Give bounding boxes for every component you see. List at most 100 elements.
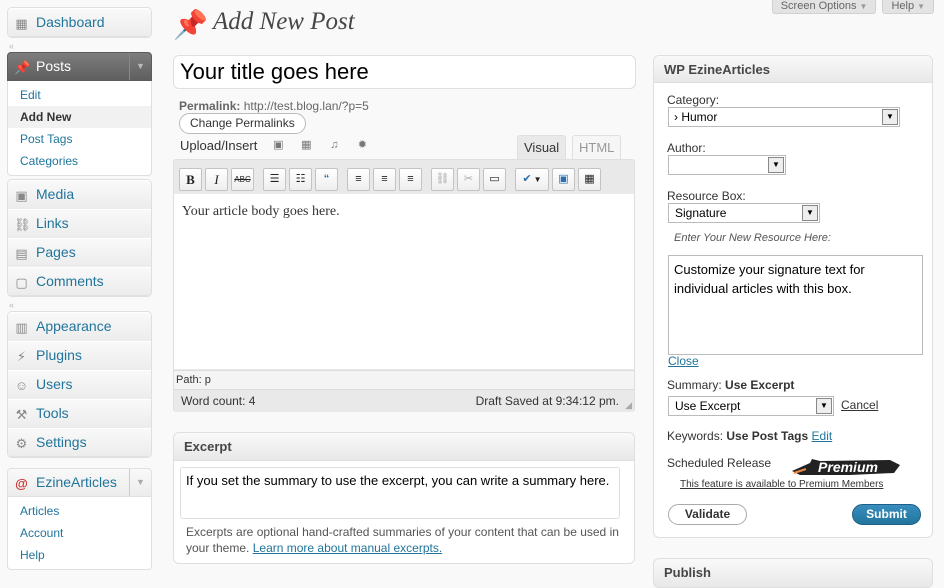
menu-toggle-icon[interactable]: ▼ bbox=[129, 53, 151, 80]
pushpin-icon: 📌 bbox=[173, 9, 208, 40]
sidebar-item-users[interactable]: ☺ Users bbox=[8, 370, 151, 399]
submenu-item-account[interactable]: Account bbox=[8, 522, 151, 544]
excerpt-heading[interactable]: Excerpt bbox=[174, 433, 634, 461]
align-left-button[interactable]: ≡ bbox=[347, 168, 370, 191]
submenu-item-edit[interactable]: Edit bbox=[8, 84, 151, 106]
author-label: Author: bbox=[667, 141, 706, 155]
sidebar-item-label: Links bbox=[36, 215, 69, 231]
summary-select[interactable]: Use Excerpt ▼ bbox=[668, 396, 834, 416]
sidebar-item-comments[interactable]: ▢ Comments bbox=[8, 267, 151, 296]
menu-group-admin: ▥ Appearance ⚡ Plugins ☺ Users ⚒ Tools ⚙… bbox=[7, 311, 152, 458]
menu-separator[interactable]: « bbox=[7, 38, 152, 52]
cancel-link[interactable]: Cancel bbox=[841, 398, 878, 412]
page-header: 📌 Add New Post bbox=[173, 0, 636, 50]
category-select[interactable]: › Humor ▼ bbox=[668, 107, 900, 127]
post-title-input[interactable]: Your title goes here bbox=[173, 55, 636, 89]
validate-button[interactable]: Validate bbox=[668, 504, 747, 525]
settings-icon: ⚙ bbox=[15, 436, 28, 451]
bullet-list-button[interactable]: ☰ bbox=[263, 168, 286, 191]
add-image-icon[interactable]: ▣ bbox=[271, 139, 285, 152]
kitchen-sink-button[interactable]: ▦ bbox=[578, 168, 601, 191]
add-audio-icon[interactable]: ♫ bbox=[327, 139, 341, 152]
help-tab[interactable]: Help ▼ bbox=[882, 0, 934, 14]
upload-insert-label: Upload/Insert bbox=[180, 138, 258, 153]
sidebar-item-appearance[interactable]: ▥ Appearance bbox=[8, 312, 151, 341]
ezine-panel-heading[interactable]: WP EzineArticles bbox=[654, 56, 932, 83]
sidebar-item-label: Users bbox=[36, 376, 73, 392]
keywords-row: Keywords: Use Post Tags Edit bbox=[667, 429, 832, 443]
unlink-button[interactable]: ✂ bbox=[457, 168, 480, 191]
submenu-item-post-tags[interactable]: Post Tags bbox=[8, 128, 151, 150]
dashboard-icon: ▦ bbox=[15, 16, 28, 31]
screen-options-tab[interactable]: Screen Options ▼ bbox=[771, 0, 877, 14]
premium-note-link[interactable]: This feature is available to Premium Mem… bbox=[680, 479, 930, 490]
premium-badge: Premium bbox=[792, 459, 900, 475]
help-label: Help bbox=[891, 0, 915, 12]
author-select[interactable]: ▼ bbox=[668, 155, 786, 175]
learn-more-link[interactable]: Learn more about manual excerpts. bbox=[253, 541, 442, 555]
permalink-url: http://test.blog.lan/?p=5 bbox=[243, 99, 369, 113]
bold-button[interactable]: B bbox=[179, 168, 202, 191]
blockquote-button[interactable]: “ bbox=[315, 168, 338, 191]
chevron-down-icon: ▼ bbox=[533, 175, 542, 184]
tab-visual[interactable]: Visual bbox=[517, 135, 567, 160]
resource-box-select[interactable]: Signature ▼ bbox=[668, 203, 820, 223]
resource-box-label: Resource Box: bbox=[667, 189, 746, 203]
italic-button[interactable]: I bbox=[205, 168, 228, 191]
link-icon: ⛓ bbox=[14, 217, 31, 232]
tools-icon: ⚒ bbox=[15, 407, 28, 422]
category-label: Category: bbox=[667, 93, 720, 107]
sidebar-item-ezinearticles[interactable]: @ EzineArticles ▼ bbox=[7, 468, 152, 497]
sidebar-item-tools[interactable]: ⚒ Tools bbox=[8, 399, 151, 428]
ezine-submenu: Articles Account Help bbox=[7, 497, 152, 570]
summary-current: Use Excerpt bbox=[725, 378, 795, 392]
submenu-item-help[interactable]: Help bbox=[8, 544, 151, 566]
insert-link-button[interactable]: ⛓ bbox=[431, 168, 454, 191]
sidebar-item-label: Comments bbox=[36, 273, 104, 289]
menu-separator[interactable]: « bbox=[7, 297, 152, 311]
tab-html[interactable]: HTML bbox=[572, 135, 622, 160]
sidebar-item-label: Media bbox=[36, 186, 75, 202]
sidebar-item-settings[interactable]: ⚙ Settings bbox=[8, 428, 151, 457]
summary-selected: Use Excerpt bbox=[675, 399, 741, 413]
resize-grip-icon[interactable]: ◢ bbox=[625, 401, 632, 410]
insert-more-button[interactable]: ▭ bbox=[483, 168, 506, 191]
screen-meta-tabs: Screen Options ▼ Help ▼ bbox=[771, 0, 934, 14]
chevron-down-icon: ▼ bbox=[917, 2, 925, 11]
sidebar-item-label: Pages bbox=[36, 244, 76, 260]
at-sign-icon: @ bbox=[15, 476, 28, 491]
numbered-list-button[interactable]: ☷ bbox=[289, 168, 312, 191]
change-permalinks-button[interactable]: Change Permalinks bbox=[179, 113, 306, 134]
submenu-item-add-new[interactable]: Add New bbox=[8, 106, 151, 128]
excerpt-textarea[interactable]: If you set the summary to use the excerp… bbox=[180, 467, 620, 519]
add-video-icon[interactable]: ▦ bbox=[299, 139, 313, 152]
sidebar-item-dashboard[interactable]: ▦ Dashboard bbox=[8, 8, 151, 37]
sidebar-item-pages[interactable]: ▤ Pages bbox=[8, 238, 151, 267]
spellcheck-button[interactable]: ✔ ▼ bbox=[515, 168, 549, 191]
submenu-item-articles[interactable]: Articles bbox=[8, 500, 151, 522]
media-icon: ▣ bbox=[15, 188, 28, 203]
scheduled-release-label: Scheduled Release bbox=[667, 456, 772, 470]
sidebar-item-posts[interactable]: 📌 Posts ▼ bbox=[7, 52, 152, 81]
fullscreen-button[interactable]: ▣ bbox=[552, 168, 575, 191]
submenu-item-categories[interactable]: Categories bbox=[8, 150, 151, 172]
align-right-button[interactable]: ≡ bbox=[399, 168, 422, 191]
editor-body[interactable]: Your article body goes here. bbox=[174, 194, 634, 369]
close-link[interactable]: Close bbox=[668, 354, 699, 368]
sidebar-item-label: Settings bbox=[36, 434, 87, 450]
upload-insert-row: Upload/Insert ▣ ▦ ♫ ✹ bbox=[180, 138, 369, 153]
resource-textarea[interactable]: Customize your signature text for indivi… bbox=[668, 255, 923, 355]
pages-icon: ▤ bbox=[15, 246, 28, 261]
strikethrough-button[interactable]: ABC bbox=[231, 168, 254, 191]
word-count: Word count: 4 bbox=[181, 394, 256, 408]
submit-button[interactable]: Submit bbox=[852, 504, 921, 525]
main-content: 📌 Add New Post Your title goes here Perm… bbox=[173, 0, 636, 564]
sidebar-item-media[interactable]: ▣ Media bbox=[8, 180, 151, 209]
menu-toggle-icon[interactable]: ▼ bbox=[129, 469, 151, 496]
add-media-icon[interactable]: ✹ bbox=[355, 139, 369, 152]
collapse-arrow-icon: « bbox=[9, 41, 15, 51]
keywords-edit-link[interactable]: Edit bbox=[812, 429, 833, 443]
align-center-button[interactable]: ≡ bbox=[373, 168, 396, 191]
sidebar-item-links[interactable]: ⛓ Links bbox=[8, 209, 151, 238]
sidebar-item-plugins[interactable]: ⚡ Plugins bbox=[8, 341, 151, 370]
